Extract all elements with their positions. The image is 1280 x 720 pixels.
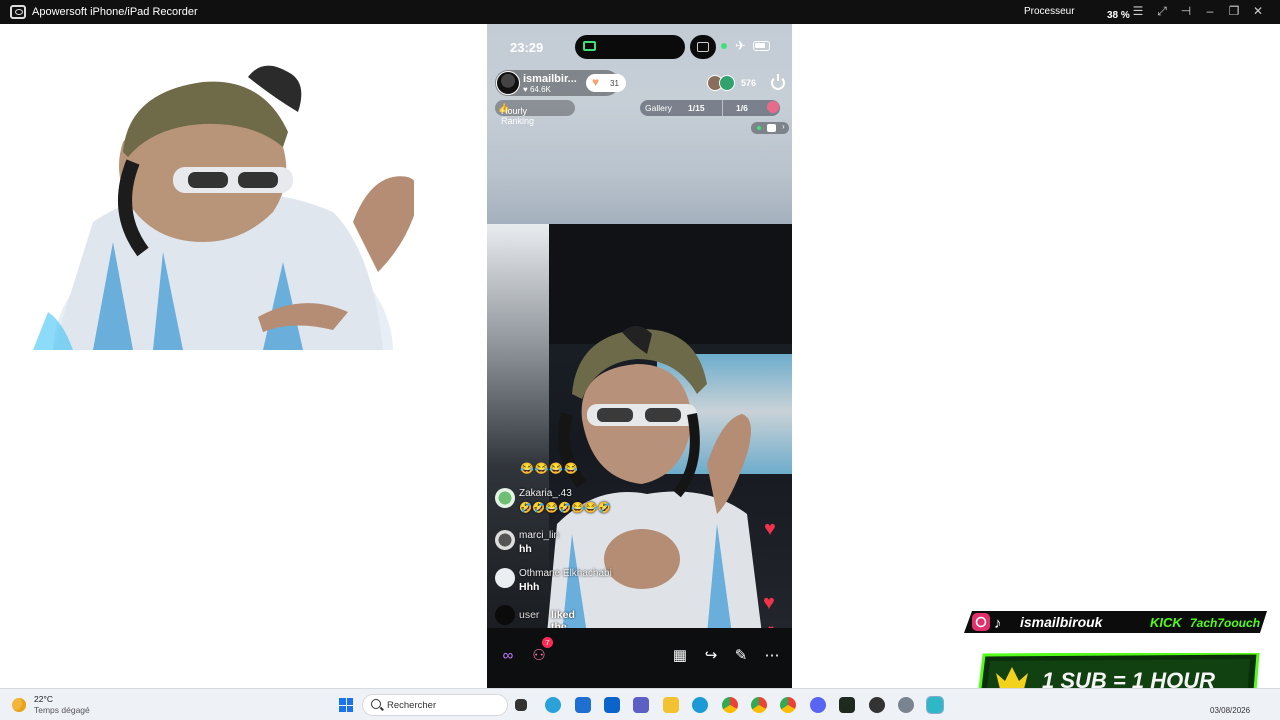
social-banner: ♪ ismailbirouk KICK 7ach7oouch <box>964 611 1267 633</box>
more-icon[interactable]: ⋯ <box>761 644 783 666</box>
search-icon <box>371 699 381 709</box>
store-icon[interactable] <box>575 697 591 713</box>
fullscreen-icon[interactable]: ⤢ <box>1156 4 1168 19</box>
host-avatar[interactable] <box>496 71 520 95</box>
comment-avatar[interactable] <box>495 568 515 588</box>
battery-icon <box>753 41 770 51</box>
liker-user: user <box>519 609 540 621</box>
camera-icon <box>767 124 776 132</box>
weather-temp: 22°C <box>34 694 53 704</box>
comment-message: Hhh <box>519 581 540 593</box>
comment-user: marci_lin <box>519 530 560 541</box>
chrome-profile-icon[interactable] <box>751 697 767 713</box>
link-icon[interactable]: ∞ <box>497 644 519 666</box>
outlook-icon[interactable] <box>604 697 620 713</box>
ios-status-bar: 23:29 ✈ <box>487 34 792 60</box>
search-placeholder: Rechercher <box>387 700 437 711</box>
svg-text:♪: ♪ <box>994 615 1002 632</box>
live-bottom-bar: ∞ ⚇ 7 ▦ ↪ ✎ ⋯ <box>487 628 792 688</box>
media-icon[interactable]: ▦ <box>669 644 691 666</box>
comment-avatar[interactable] <box>495 530 515 550</box>
gift-icon[interactable] <box>767 101 779 113</box>
edit-icon[interactable]: ✎ <box>730 644 752 666</box>
window-title: Apowersoft iPhone/iPad Recorder <box>32 6 198 18</box>
gallery-pill[interactable]: Gallery 1/15 1/6 <box>640 100 780 116</box>
heart-icon: ♥ <box>592 75 600 89</box>
camera-indicator-icon <box>721 43 727 49</box>
comment-avatar[interactable] <box>495 488 515 508</box>
kick-app-icon[interactable] <box>839 697 855 713</box>
gallery-page: 1/15 <box>688 103 705 113</box>
webcam-feed <box>33 52 414 350</box>
screen-share-icon <box>697 42 709 52</box>
pin-icon[interactable]: ⊣ <box>1180 4 1192 19</box>
viewer-avatar[interactable] <box>719 75 735 91</box>
viewer-count: 576 <box>741 78 757 88</box>
liker-avatar <box>495 605 515 625</box>
gallery-divider <box>722 100 723 116</box>
edge-icon[interactable] <box>692 697 708 713</box>
streamer-video <box>547 325 762 634</box>
processor-value: 38 % <box>1107 10 1130 21</box>
floating-heart-icon: ♥ <box>763 592 775 614</box>
windows-taskbar: 22°C Temps dégagé Rechercher 03/08/2026 <box>0 688 1280 720</box>
teams-icon[interactable] <box>633 697 649 713</box>
comment-message: hh <box>519 543 532 555</box>
airplane-mode-icon: ✈ <box>735 38 746 53</box>
screen-mirroring-icon <box>583 41 596 51</box>
host-name: ismailbir... <box>523 73 577 85</box>
chrome-icon[interactable] <box>722 697 738 713</box>
guests-badge: 7 <box>542 637 553 648</box>
comment-message: 🤣🤣😂🤣😂😂🤣 <box>519 502 611 514</box>
hourly-ranking-label: Hourly Ranking <box>501 106 535 126</box>
hourly-ranking-pill[interactable]: 👍 Hourly Ranking <box>495 100 575 126</box>
close-button[interactable]: ✕ <box>1252 4 1264 19</box>
status-time: 23:29 <box>510 40 544 55</box>
camera-chip[interactable]: › <box>751 122 789 134</box>
heart-button[interactable]: ♥ 31 <box>586 74 626 92</box>
viewer-list[interactable]: 576 <box>707 74 759 94</box>
obs-icon[interactable] <box>869 697 885 713</box>
host-pill[interactable]: ismailbir... ♥ 64.6K ♥ 31 <box>495 70 626 96</box>
live-dot-icon <box>757 126 761 130</box>
end-live-icon[interactable] <box>771 74 785 90</box>
processor-label: Processeur <box>1024 6 1075 17</box>
file-explorer-icon[interactable] <box>663 697 679 713</box>
gallery-second: 1/6 <box>736 103 748 113</box>
share-icon[interactable]: ↪ <box>700 644 722 666</box>
maximize-button[interactable]: ❐ <box>1228 4 1240 19</box>
phone-screen: 23:29 ✈ ismailbir... ♥ 64.6K ♥ 31 576 👍 H… <box>487 24 792 688</box>
emoji-row: 😂😂😂😂 <box>520 463 579 475</box>
chevron-right-icon: › <box>782 122 785 131</box>
recorder-taskbar-icon[interactable] <box>926 696 944 714</box>
minimize-button[interactable]: – <box>1204 4 1216 19</box>
task-view-icon[interactable] <box>515 699 527 711</box>
recorder-app-icon <box>10 5 26 19</box>
heart-count: 31 <box>610 79 619 88</box>
discord-icon[interactable] <box>810 697 826 713</box>
gallery-label: Gallery <box>645 103 672 113</box>
list-icon[interactable]: ☰ <box>1132 4 1144 19</box>
dynamic-island-secondary <box>690 35 716 59</box>
taskbar-date: 03/08/2026 <box>1210 706 1251 715</box>
windows-start-icon[interactable] <box>339 698 353 712</box>
host-likes: ♥ 64.6K <box>523 85 551 94</box>
taskbar-search[interactable]: Rechercher <box>362 694 508 716</box>
kick-handle: 7ach7oouch <box>1190 616 1260 630</box>
floating-heart-icon: ♥ <box>764 518 776 540</box>
moon-icon <box>12 698 26 712</box>
chrome-profile-icon[interactable] <box>780 697 796 713</box>
comment-user: Zakaria_.43 <box>519 488 572 499</box>
social-handle: ismailbirouk <box>1020 614 1104 630</box>
app-titlebar: Apowersoft iPhone/iPad Recorder Processe… <box>0 0 1280 24</box>
comment-user: Othmane Elkhachabi <box>519 568 612 579</box>
settings-icon[interactable] <box>898 697 914 713</box>
kick-label: KICK <box>1150 615 1183 630</box>
weather-desc: Temps dégagé <box>34 705 90 715</box>
telegram-icon[interactable] <box>545 697 561 713</box>
dynamic-island <box>575 35 685 59</box>
